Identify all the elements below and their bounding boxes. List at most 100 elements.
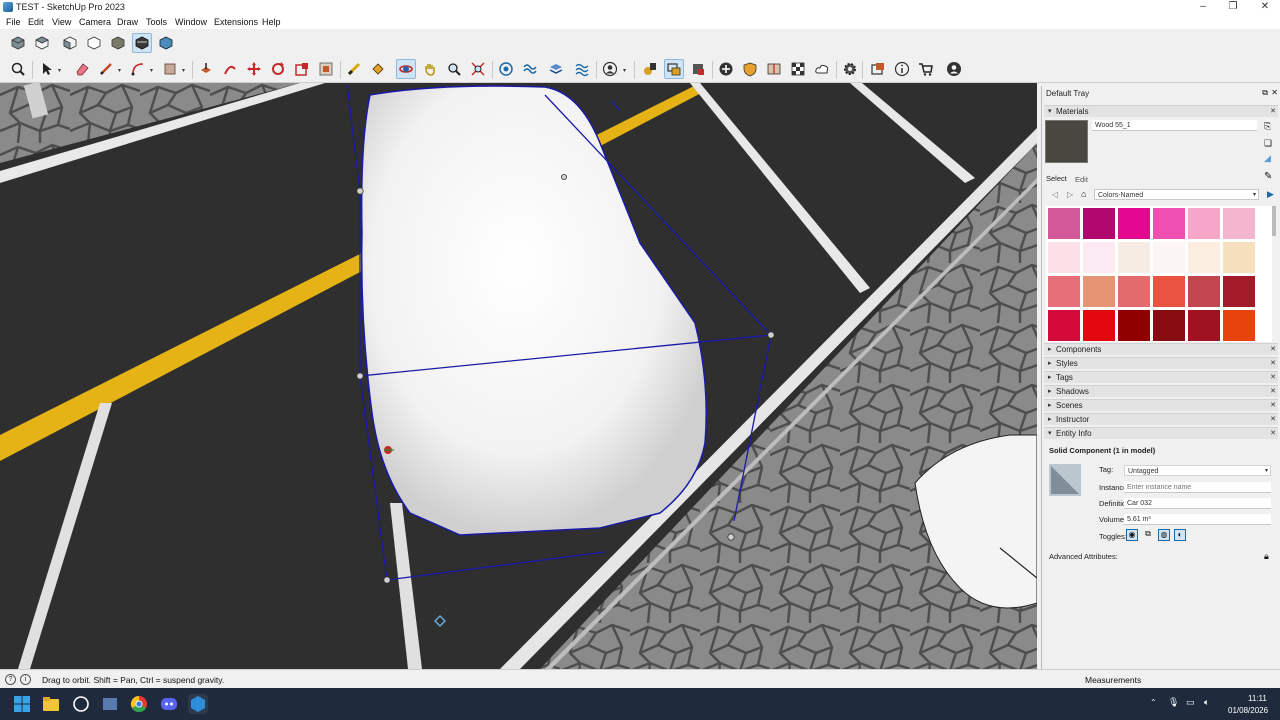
tray-close-icon[interactable]: ✕ xyxy=(1271,88,1278,97)
discord-button[interactable] xyxy=(159,694,179,714)
clock-date[interactable]: 01/08/2026 xyxy=(1228,706,1268,715)
info-status-icon[interactable]: i xyxy=(20,674,31,685)
offset-tool-button[interactable] xyxy=(316,59,336,79)
styles-panel-header[interactable]: ▸ Styles ✕ xyxy=(1044,357,1278,369)
default-material-icon[interactable]: ◢ xyxy=(1264,153,1271,164)
store-button[interactable] xyxy=(916,59,936,79)
front-view-button[interactable] xyxy=(60,33,80,53)
material-swatch[interactable] xyxy=(1223,208,1255,239)
menu-edit[interactable]: Edit xyxy=(28,17,44,27)
move-tool-button[interactable] xyxy=(244,59,264,79)
line-tool-button[interactable] xyxy=(96,59,116,79)
minimize-button[interactable]: – xyxy=(1188,0,1218,15)
zoom-extents-button[interactable] xyxy=(468,59,488,79)
menu-draw[interactable]: Draw xyxy=(117,17,138,27)
chrome-button[interactable] xyxy=(129,694,149,714)
instance-name-input[interactable] xyxy=(1124,482,1271,493)
material-swatch[interactable] xyxy=(1048,276,1080,307)
geo-location-status-icon[interactable]: ? xyxy=(5,674,16,685)
materials-panel-header[interactable]: ▾ Materials ✕ xyxy=(1044,105,1278,117)
material-swatch[interactable] xyxy=(1048,242,1080,273)
material-name-field[interactable]: Wood 55_1 xyxy=(1092,120,1257,131)
material-swatch[interactable] xyxy=(1118,276,1150,307)
material-swatch[interactable] xyxy=(1188,242,1220,273)
solid-intersect-button[interactable] xyxy=(740,59,760,79)
app-button[interactable] xyxy=(100,694,120,714)
3d-warehouse-button[interactable] xyxy=(640,59,660,79)
library-dropdown[interactable]: Colors-Named ▾ xyxy=(1094,189,1259,200)
monochrome-style-button[interactable] xyxy=(132,33,152,53)
network-icon[interactable]: ▭ xyxy=(1186,697,1195,708)
maximize-button[interactable]: ❐ xyxy=(1218,0,1248,15)
shadows-panel-header[interactable]: ▸ Shadows ✕ xyxy=(1044,385,1278,397)
model-viewport[interactable] xyxy=(0,83,1037,669)
visibility-toggle-icon[interactable]: ◉ xyxy=(1126,529,1138,541)
paint-bucket-button[interactable] xyxy=(368,59,388,79)
profile-button[interactable] xyxy=(944,59,964,79)
component-options-button[interactable] xyxy=(664,59,684,79)
sandbox-button[interactable] xyxy=(520,59,540,79)
materials-select-tab[interactable]: Select xyxy=(1046,174,1067,183)
panel-close-icon[interactable]: ✕ xyxy=(1270,415,1276,423)
tags-panel-header[interactable]: ▸ Tags ✕ xyxy=(1044,371,1278,383)
forward-arrow-icon[interactable]: ▷ xyxy=(1067,190,1073,199)
material-swatch[interactable] xyxy=(1083,310,1115,341)
material-swatch[interactable] xyxy=(1048,208,1080,239)
menu-camera[interactable]: Camera xyxy=(79,17,111,27)
follow-me-button[interactable] xyxy=(220,59,240,79)
xray-style-button[interactable] xyxy=(156,33,176,53)
layers-button[interactable] xyxy=(546,59,566,79)
extension-warehouse-button[interactable] xyxy=(688,59,708,79)
instructor-panel-header[interactable]: ▸ Instructor ✕ xyxy=(1044,413,1278,425)
clock-time[interactable]: 11:11 xyxy=(1248,694,1267,703)
back-view-button[interactable] xyxy=(108,33,128,53)
scale-tool-button[interactable] xyxy=(292,59,312,79)
home-icon[interactable]: ⌂ xyxy=(1081,189,1086,199)
solid-trim-button[interactable] xyxy=(788,59,808,79)
menu-extensions[interactable]: Extensions xyxy=(214,17,258,27)
scenes-panel-header[interactable]: ▸ Scenes ✕ xyxy=(1044,399,1278,411)
receive-shadows-toggle-icon[interactable]: ◍ xyxy=(1158,529,1170,541)
cast-shadows-toggle-icon[interactable]: ◐ xyxy=(1174,529,1186,541)
menu-window[interactable]: Window xyxy=(175,17,207,27)
material-swatch[interactable] xyxy=(1153,208,1185,239)
microphone-icon[interactable]: 🎙︎ xyxy=(1168,697,1179,708)
tape-measure-button[interactable] xyxy=(344,59,364,79)
material-swatch[interactable] xyxy=(1118,310,1150,341)
panel-close-icon[interactable]: ✕ xyxy=(1270,401,1276,409)
openai-button[interactable] xyxy=(71,694,91,714)
sketchup-taskbar-button[interactable] xyxy=(188,694,208,714)
material-swatch[interactable] xyxy=(1223,310,1255,341)
material-swatch[interactable] xyxy=(1188,276,1220,307)
pan-tool-button[interactable] xyxy=(420,59,440,79)
scene-canvas[interactable] xyxy=(0,83,1037,669)
material-swatch[interactable] xyxy=(1188,208,1220,239)
menu-view[interactable]: View xyxy=(52,17,71,27)
panel-close-icon[interactable]: ✕ xyxy=(1270,359,1276,367)
panel-close-icon[interactable]: ✕ xyxy=(1270,373,1276,381)
top-view-button[interactable] xyxy=(32,33,52,53)
iso-view-button[interactable] xyxy=(8,33,28,53)
instructor-button[interactable] xyxy=(892,59,912,79)
material-swatch[interactable] xyxy=(1153,310,1185,341)
arc-tool-button[interactable] xyxy=(128,59,148,79)
section-plane-button[interactable] xyxy=(572,59,592,79)
search-button[interactable] xyxy=(8,59,28,79)
back-arrow-icon[interactable]: ◁ xyxy=(1052,190,1058,199)
material-swatch[interactable] xyxy=(1223,242,1255,273)
material-swatch[interactable] xyxy=(1118,242,1150,273)
solid-split-button[interactable] xyxy=(764,59,784,79)
select-tool-button[interactable] xyxy=(36,59,56,79)
material-swatch[interactable] xyxy=(1048,310,1080,341)
materials-edit-tab[interactable]: Edit xyxy=(1075,175,1088,184)
material-sample-paint-icon[interactable]: ⎘ xyxy=(1264,121,1271,132)
push-pull-button[interactable] xyxy=(196,59,216,79)
measurements-input[interactable] xyxy=(1150,672,1276,686)
model-info-button[interactable] xyxy=(496,59,516,79)
eyedropper-icon[interactable]: ✎ xyxy=(1264,171,1272,182)
rotate-tool-button[interactable] xyxy=(268,59,288,79)
solid-union-button[interactable] xyxy=(716,59,736,79)
volume-icon[interactable]: 🔈︎ xyxy=(1204,697,1209,708)
swatch-scrollbar[interactable] xyxy=(1272,206,1276,236)
material-swatch[interactable] xyxy=(1118,208,1150,239)
